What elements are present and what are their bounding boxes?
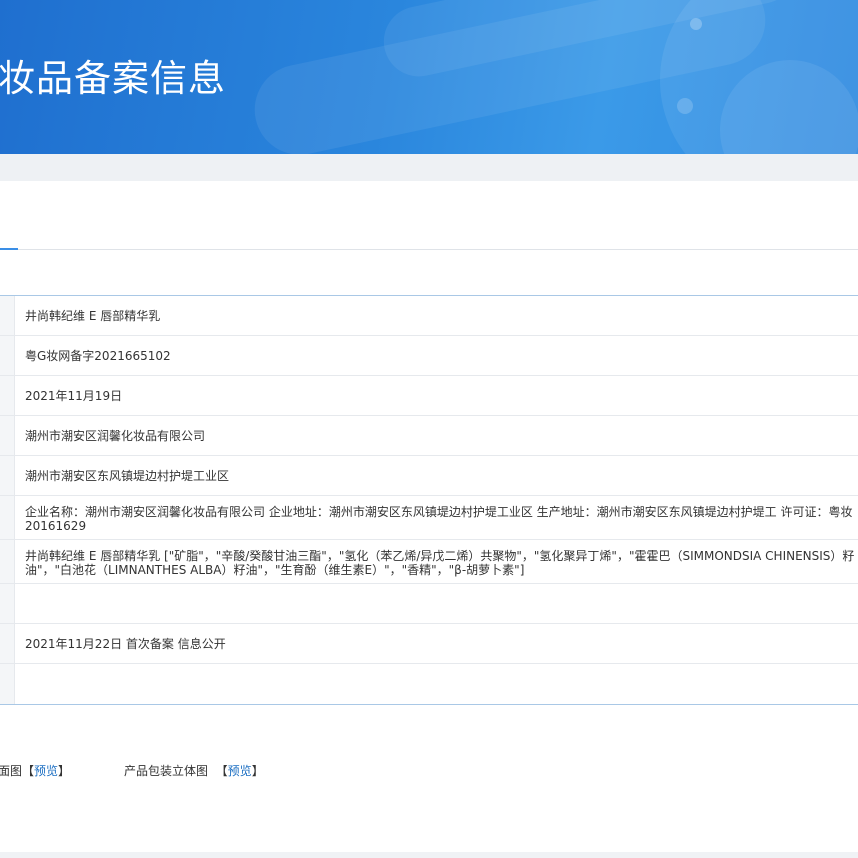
attachment-item: 产品包装立体图 【预览】 [124,762,264,779]
table-row: 2021年11月22日 首次备案 信息公开 [0,624,858,664]
page: 妆品备案信息 井尚韩纪维 E 唇部精华乳 粤G妆网备字2021665102 20… [0,0,858,858]
preview-link[interactable]: 预览 [34,764,58,778]
preview-link[interactable]: 预览 [228,764,252,778]
empty-value [15,664,858,704]
row-label [0,456,15,495]
filing-number-value: 粤G妆网备字2021665102 [25,349,171,363]
row-label [0,496,15,539]
banner-dot [690,18,702,30]
attachment-label: 面图 [0,764,23,778]
tab-active-indicator [0,248,18,250]
footer-divider [0,852,858,858]
row-label [0,336,15,375]
registrant-value: 潮州市潮安区润馨化妆品有限公司 [25,429,206,443]
row-label [0,584,15,623]
row-label [0,540,15,583]
table-row: 粤G妆网备字2021665102 [0,336,858,376]
header-separator [0,154,858,181]
filing-info-table: 井尚韩纪维 E 唇部精华乳 粤G妆网备字2021665102 2021年11月1… [0,295,858,705]
table-row: 2021年11月19日 [0,376,858,416]
row-label [0,416,15,455]
manufacturer-value: 企业名称：潮州市潮安区润馨化妆品有限公司 企业地址：潮州市潮安区东风镇堤边村护堤… [25,505,853,533]
table-row: 潮州市潮安区润馨化妆品有限公司 [0,416,858,456]
table-row: 井尚韩纪维 E 唇部精华乳 [0,296,858,336]
table-row: 井尚韩纪维 E 唇部精华乳 ["矿脂"，"辛酸/癸酸甘油三酯"，"氢化（苯乙烯/… [0,540,858,584]
bracket-close: 】 [251,764,264,778]
tab-bar-divider [0,249,858,250]
row-label [0,624,15,663]
table-row [0,584,858,624]
row-label [0,664,15,704]
status-value: 2021年11月22日 首次备案 信息公开 [25,637,226,651]
header-banner: 妆品备案信息 [0,0,858,154]
table-row: 潮州市潮安区东风镇堤边村护堤工业区 [0,456,858,496]
table-row [0,664,858,704]
banner-dot [677,98,693,114]
row-label [0,296,15,335]
page-title: 妆品备案信息 [0,57,226,100]
table-row: 企业名称：潮州市潮安区润馨化妆品有限公司 企业地址：潮州市潮安区东风镇堤边村护堤… [0,496,858,540]
bracket-open: 【 [215,764,228,778]
row-label [0,376,15,415]
product-name-value: 井尚韩纪维 E 唇部精华乳 [25,309,161,323]
attachment-label: 产品包装立体图 [124,764,209,778]
filing-date-value: 2021年11月19日 [25,389,123,403]
registrant-address-value: 潮州市潮安区东风镇堤边村护堤工业区 [25,469,230,483]
ingredients-value: 井尚韩纪维 E 唇部精华乳 ["矿脂"，"辛酸/癸酸甘油三酯"，"氢化（苯乙烯/… [25,549,855,577]
bracket-open: 【 [22,764,35,778]
bracket-close: 】 [58,764,71,778]
attachment-item: 面图【预览】 [0,762,70,779]
empty-value [15,584,858,623]
